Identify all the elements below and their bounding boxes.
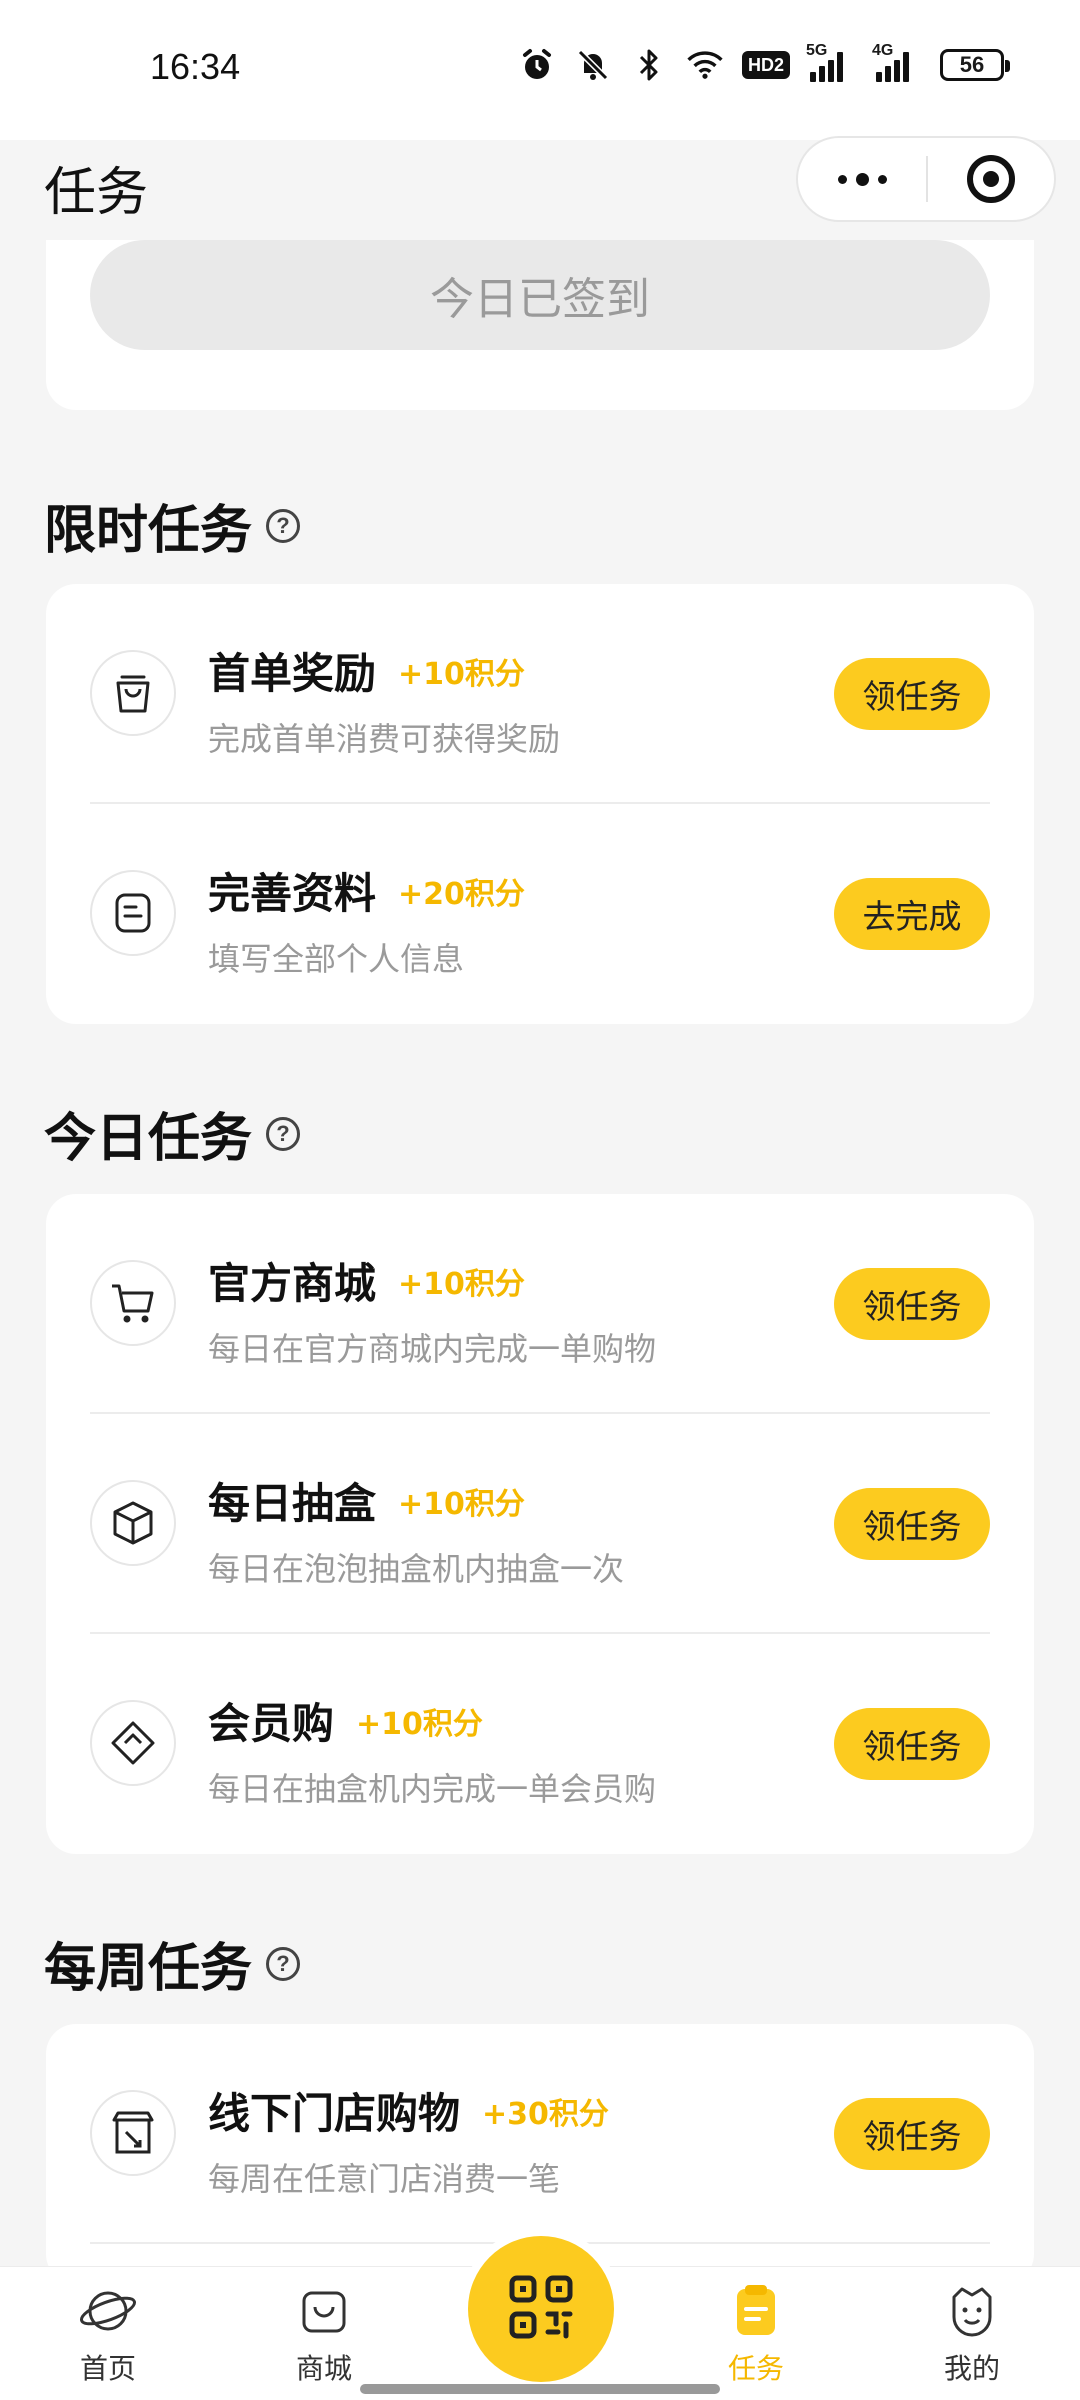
tab-label: 商城: [295, 2352, 352, 2385]
task-name: 会员购 +10积分: [208, 1699, 483, 1748]
mute-bell-icon: [574, 46, 612, 84]
section-title-limited: 限时任务 ?: [44, 488, 301, 563]
shopping-bag-icon: [90, 650, 176, 736]
task-points: +10积分: [398, 657, 525, 692]
more-button[interactable]: [798, 138, 926, 220]
hd-badge: HD2: [741, 51, 790, 79]
task-row: 完善资料 +20积分 填写全部个人信息 去完成: [46, 804, 1034, 1024]
qr-scan-button[interactable]: [468, 2236, 614, 2382]
bluetooth-icon: [630, 46, 668, 84]
profile-face-icon: [942, 2281, 1002, 2341]
battery-indicator: 56: [940, 49, 1010, 81]
diamond-tag-icon: [90, 1700, 176, 1786]
signin-card: 今日已签到: [46, 240, 1034, 410]
task-name: 每日抽盒 +10积分: [208, 1479, 525, 1528]
tab-mine[interactable]: 我的: [902, 2267, 1042, 2400]
task-row: 线下门店购物 +30积分 每周在任意门店消费一笔 领任务: [46, 2024, 1034, 2244]
tab-label: 我的: [943, 2352, 1000, 2385]
tab-label: 任务: [727, 2352, 784, 2385]
tab-tasks[interactable]: 任务: [686, 2267, 826, 2400]
task-desc: 填写全部个人信息: [208, 940, 465, 978]
task-desc: 每日在抽盒机内完成一单会员购: [208, 1770, 657, 1808]
status-icons: HD2 5G 4G 56: [518, 42, 1010, 84]
task-name: 首单奖励 +10积分: [208, 649, 525, 698]
help-icon[interactable]: ?: [266, 1946, 301, 1981]
section-title-daily: 今日任务 ?: [44, 1096, 301, 1171]
task-points: +10积分: [356, 1707, 483, 1742]
profile-form-icon: [90, 870, 176, 956]
task-row: 官方商城 +10积分 每日在官方商城内完成一单购物 领任务: [46, 1194, 1034, 1414]
tab-mall[interactable]: 商城: [254, 2267, 394, 2400]
page-title: 任务: [44, 163, 149, 223]
claim-task-button[interactable]: 领任务: [834, 658, 990, 730]
planet-icon: [78, 2281, 138, 2341]
task-row: 每日抽盒 +10积分 每日在泡泡抽盒机内抽盒一次 领任务: [46, 1414, 1034, 1634]
daily-task-card: 官方商城 +10积分 每日在官方商城内完成一单购物 领任务 每日抽盒 +10积分 每…: [46, 1194, 1034, 1854]
task-desc: 完成首单消费可获得奖励: [208, 720, 561, 758]
status-time: 16:34: [150, 46, 241, 87]
help-icon[interactable]: ?: [266, 1116, 301, 1151]
task-points: +20积分: [398, 877, 525, 912]
section-title-weekly: 每周任务 ?: [44, 1926, 301, 2001]
mall-bag-icon: [294, 2281, 354, 2341]
qr-scan-icon: [506, 2272, 576, 2346]
task-points: +10积分: [398, 1487, 525, 1522]
claim-task-button[interactable]: 领任务: [834, 1488, 990, 1560]
signal-4g-icon: 4G: [872, 42, 922, 82]
tab-home[interactable]: 首页: [38, 2267, 178, 2400]
task-row: 首单奖励 +10积分 完成首单消费可获得奖励 领任务: [46, 584, 1034, 804]
task-desc: 每日在泡泡抽盒机内抽盒一次: [208, 1550, 625, 1588]
task-points: +30积分: [482, 2097, 609, 2132]
target-icon: [966, 155, 1015, 203]
wifi-icon: [686, 46, 724, 84]
close-miniprogram-button[interactable]: [928, 138, 1054, 220]
miniprogram-capsule: [796, 136, 1056, 222]
alarm-icon: [518, 46, 556, 84]
help-icon[interactable]: ?: [266, 508, 301, 543]
task-desc: 每周在任意门店消费一笔: [208, 2160, 561, 2198]
claim-task-button[interactable]: 领任务: [834, 2098, 990, 2170]
status-bar: 16:34 HD2 5G 4G 56: [0, 0, 1080, 140]
task-name: 完善资料 +20积分: [208, 869, 525, 918]
box-icon: [90, 1480, 176, 1566]
home-indicator: [360, 2384, 720, 2394]
signed-in-button[interactable]: 今日已签到: [90, 240, 990, 350]
complete-task-button[interactable]: 去完成: [834, 878, 990, 950]
task-name: 官方商城 +10积分: [208, 1259, 525, 1308]
claim-task-button[interactable]: 领任务: [834, 1708, 990, 1780]
task-page: 16:34 HD2 5G 4G 56 任务 今日已签到 限时任务 ? 首单奖励 …: [0, 0, 1080, 2400]
task-row: 会员购 +10积分 每日在抽盒机内完成一单会员购 领任务: [46, 1634, 1034, 1854]
task-name: 线下门店购物 +30积分: [208, 2089, 609, 2138]
claim-task-button[interactable]: 领任务: [834, 1268, 990, 1340]
signal-5g-icon: 5G: [806, 42, 856, 82]
task-icon: [726, 2281, 786, 2341]
task-points: +10积分: [398, 1267, 525, 1302]
tab-label: 首页: [79, 2352, 136, 2385]
task-desc: 每日在官方商城内完成一单购物: [208, 1330, 657, 1368]
limited-task-card: 首单奖励 +10积分 完成首单消费可获得奖励 领任务 完善资料 +20积分 填写全部…: [46, 584, 1034, 1024]
cart-icon: [90, 1260, 176, 1346]
store-icon: [90, 2090, 176, 2176]
